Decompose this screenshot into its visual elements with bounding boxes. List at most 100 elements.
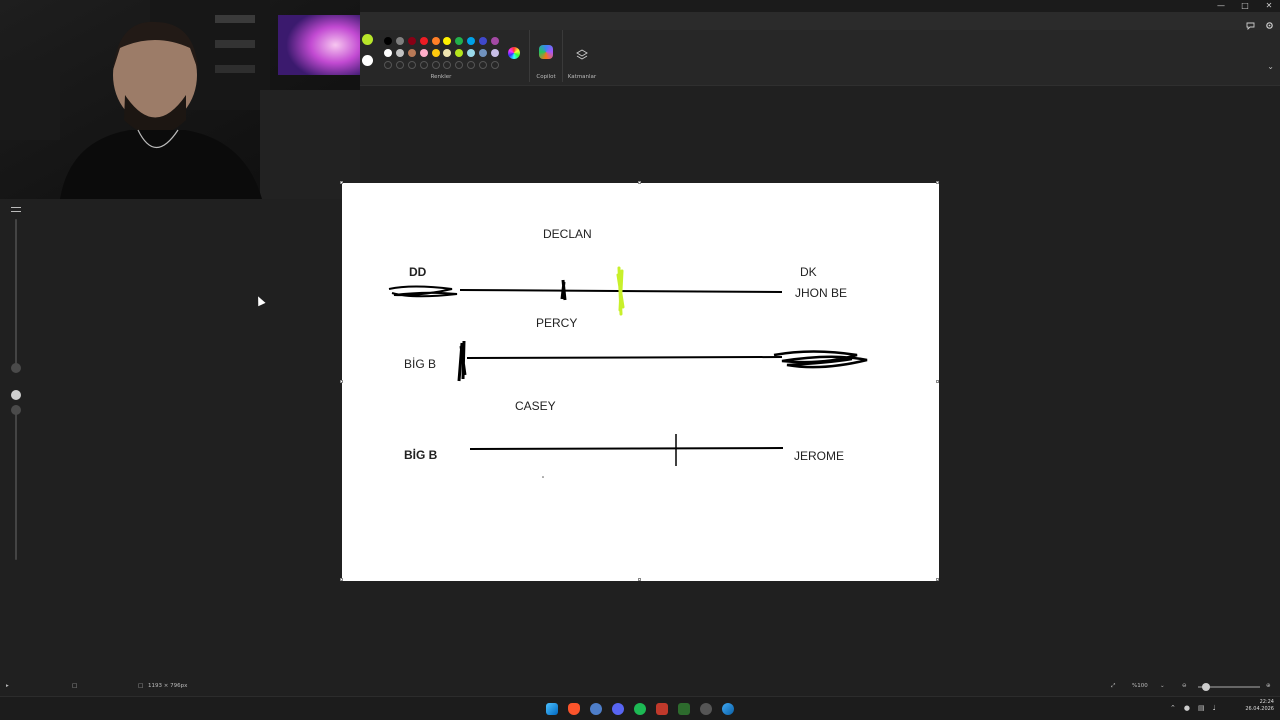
obs-icon[interactable] <box>700 703 712 715</box>
palette-color-swatch[interactable] <box>443 37 452 45</box>
scribble-2 <box>773 350 868 369</box>
palette-color-swatch[interactable] <box>419 48 428 57</box>
palette-color-swatch[interactable] <box>395 37 404 45</box>
resize-handle[interactable] <box>936 181 939 184</box>
share-icon[interactable] <box>1246 15 1255 31</box>
custom-color-slot[interactable] <box>491 60 500 69</box>
fit-to-window-icon[interactable]: ⤢ <box>1111 683 1115 690</box>
canvas-drawing-layer <box>388 266 868 478</box>
opacity-slider-track[interactable] <box>15 405 17 560</box>
ribbon-collapse-chevron-icon[interactable]: ⌄ <box>1267 62 1274 71</box>
timeline-line-2 <box>466 356 783 359</box>
size-slider-knob[interactable] <box>11 363 21 373</box>
label-casey: CASEY <box>515 399 556 413</box>
settings-gear-icon[interactable] <box>1265 15 1274 29</box>
zoom-slider-knob[interactable] <box>1202 683 1210 691</box>
system-tray: ⌃ ● ▤ ♩ <box>1170 704 1216 712</box>
active-colors <box>362 34 374 76</box>
spotify-icon[interactable] <box>634 703 646 715</box>
stray-dot <box>542 476 544 478</box>
custom-color-slot[interactable] <box>467 60 476 69</box>
microphone-icon[interactable]: ● <box>1184 704 1190 712</box>
label-big-b-1: BİG B <box>404 357 437 371</box>
palette-color-swatch[interactable] <box>443 48 452 57</box>
minimize-button[interactable]: — <box>1216 0 1226 11</box>
volume-icon[interactable]: ♩ <box>1213 704 1216 712</box>
resize-handle[interactable] <box>340 181 343 184</box>
palette-color-swatch[interactable] <box>455 37 464 45</box>
maximize-button[interactable]: □ <box>1240 0 1250 11</box>
palette-color-swatch[interactable] <box>479 48 488 57</box>
brush-size-panel <box>8 205 24 565</box>
resize-handle[interactable] <box>936 578 939 581</box>
palette-color-swatch[interactable] <box>467 48 476 57</box>
resize-handle[interactable] <box>936 380 939 383</box>
custom-color-slot[interactable] <box>407 60 416 69</box>
custom-color-slot[interactable] <box>455 60 464 69</box>
zoom-in-icon[interactable]: ⊕ <box>1266 683 1271 689</box>
zoom-out-icon[interactable]: ⊖ <box>1182 683 1187 689</box>
palette-color-swatch[interactable] <box>479 37 488 45</box>
palette-color-swatch[interactable] <box>491 37 500 45</box>
custom-color-slot[interactable] <box>479 60 488 69</box>
clock-date: 26.04.2026 <box>1245 706 1274 712</box>
copilot-icon[interactable] <box>539 45 553 59</box>
stroke-size-icon <box>11 207 21 212</box>
palette-color-swatch[interactable] <box>384 48 392 57</box>
custom-color-slot[interactable] <box>395 60 404 69</box>
custom-color-slot[interactable] <box>443 60 452 69</box>
close-button[interactable]: ✕ <box>1264 0 1274 11</box>
palette-color-swatch[interactable] <box>455 48 464 57</box>
primary-color-swatch[interactable] <box>362 34 373 45</box>
app-icon[interactable] <box>590 703 602 715</box>
resize-handle[interactable] <box>638 181 641 184</box>
palette-color-swatch[interactable] <box>384 37 392 45</box>
custom-color-slot[interactable] <box>419 60 428 69</box>
label-declan: DECLAN <box>543 227 592 241</box>
label-percy: PERCY <box>536 316 578 330</box>
palette-color-swatch[interactable] <box>431 48 440 57</box>
palette-color-swatch[interactable] <box>407 37 416 45</box>
palette-spacer <box>503 37 511 45</box>
layers-icon[interactable] <box>576 46 588 60</box>
colors-group-label: Renkler <box>430 74 452 80</box>
custom-color-slot[interactable] <box>431 60 440 69</box>
opacity-slider-knob[interactable] <box>11 405 21 415</box>
palette-color-swatch[interactable] <box>407 48 416 57</box>
window-controls: — □ ✕ <box>1216 0 1274 11</box>
secondary-color-swatch[interactable] <box>362 55 373 66</box>
network-icon[interactable]: ▤ <box>1198 704 1205 712</box>
app-icon[interactable] <box>678 703 690 715</box>
mouse-cursor-icon <box>254 294 266 307</box>
resize-handle[interactable] <box>340 578 343 581</box>
size-slider-track[interactable] <box>15 219 17 369</box>
tray-chevron-icon[interactable]: ⌃ <box>1170 704 1176 712</box>
palette-color-swatch[interactable] <box>491 48 500 57</box>
drawing-canvas[interactable]: DECLAN DD DK JHON BE PERCY BİG B CASEY B… <box>340 181 939 581</box>
resize-handle[interactable] <box>340 380 343 383</box>
selection-size-icon: □ <box>72 683 78 689</box>
layers-label: Katmanlar <box>567 74 597 80</box>
canvas-size-icon: □ <box>138 683 144 689</box>
paint-app-window: — □ ✕ Renkler Copilot Katmanlar ⌄ DECLAN… <box>0 0 1280 720</box>
custom-color-slot[interactable] <box>384 60 392 69</box>
palette-color-swatch[interactable] <box>431 37 440 45</box>
edit-colors-icon[interactable] <box>508 47 520 59</box>
timeline-line-3 <box>469 447 784 450</box>
brave-browser-icon[interactable] <box>568 703 580 715</box>
palette-color-swatch[interactable] <box>395 48 404 57</box>
app-icon[interactable] <box>656 703 668 715</box>
ribbon-separator <box>562 30 563 82</box>
start-menu-icon[interactable] <box>546 703 558 715</box>
tick-mark-black <box>560 279 567 301</box>
zoom-level-select[interactable]: %100 <box>1132 683 1148 689</box>
palette-color-swatch[interactable] <box>419 37 428 45</box>
resize-handle[interactable] <box>638 578 641 581</box>
paint-app-icon[interactable] <box>722 703 734 715</box>
ribbon-menu-bar <box>360 12 1280 30</box>
clock[interactable]: 22:24 26.04.2026 <box>1245 699 1274 713</box>
zoom-dropdown-chevron-icon[interactable]: ⌄ <box>1160 683 1165 689</box>
discord-icon[interactable] <box>612 703 624 715</box>
palette-color-swatch[interactable] <box>467 37 476 45</box>
label-big-b-2: BİG B <box>404 448 438 462</box>
